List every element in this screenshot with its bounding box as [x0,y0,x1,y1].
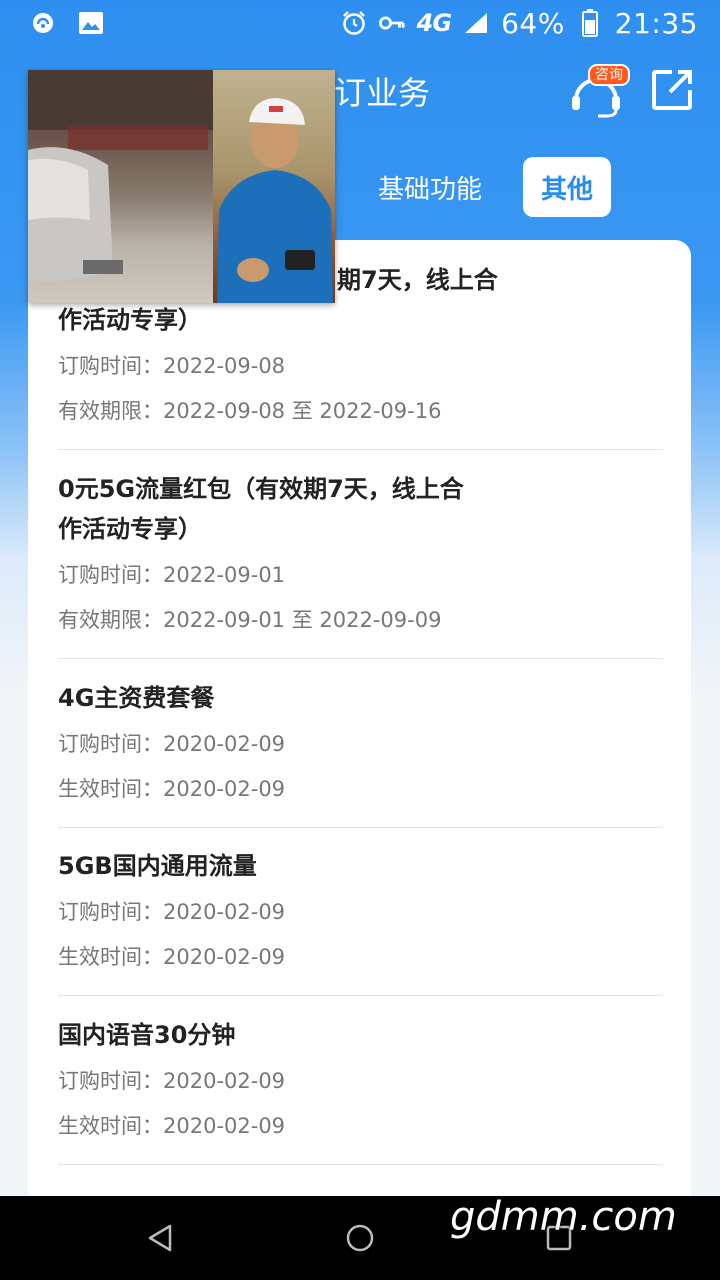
effective-time: 生效时间：2020-02-09 [58,945,286,969]
order-time: 订购时间：2020-02-09 [58,1069,286,1093]
list-item[interactable]: 4G主资费套餐 订购时间：2020-02-09 生效时间：2020-02-09 [58,678,663,812]
clock: 21:35 [614,6,698,40]
effective-time: 生效时间：2020-02-09 [58,1114,286,1138]
consult-button[interactable]: 咨询 [568,64,632,120]
watermark: gdmm.com [450,1194,677,1240]
effective-time: 生效时间：2020-02-09 [58,777,286,801]
video-call-overlay[interactable] [28,70,335,303]
share-icon [652,70,692,110]
divider [58,449,663,450]
local-video-feed [213,70,335,303]
order-time: 订购时间：2020-02-09 [58,900,286,924]
home-icon[interactable] [342,1220,378,1256]
validity-period: 有效期限：2022-09-08 至 2022-09-16 [58,399,442,423]
item-title: 5GB国内通用流量 [58,852,257,880]
status-bar: 4G 64% 21:35 [0,0,720,46]
item-title: 国内语音30分钟 [58,1021,236,1049]
list-item[interactable]: 国内语音30分钟 订购时间：2020-02-09 生效时间：2020-02-09 [58,1015,663,1149]
order-time: 订购时间：2022-09-08 [58,354,286,378]
divider [58,827,663,828]
remote-video-feed [28,70,213,303]
list-item[interactable]: 5GB国内通用流量 订购时间：2020-02-09 生效时间：2020-02-0… [58,846,663,980]
network-type: 4G [416,9,452,37]
battery-percent: 64% [501,6,565,40]
alarm-icon [341,10,367,36]
list-item[interactable]: 0元5G流量红包（有效期7天，线上合 作活动专享） 订购时间：2022-09-0… [58,469,663,643]
battery-icon [577,9,603,37]
tab-basic-functions[interactable]: 基础功能 [360,157,500,217]
item-title: 0元5G流量红包（有效期7天，线上合 作活动专享） [58,475,464,543]
tab-other[interactable]: 其他 [523,157,611,217]
page-title: 订业务 [334,74,431,112]
order-time: 订购时间：2022-09-01 [58,563,286,587]
order-time: 订购时间：2020-02-09 [58,732,286,756]
signal-icon [463,10,489,36]
divider [58,1164,663,1165]
divider [58,658,663,659]
consult-badge: 咨询 [588,64,630,86]
back-icon[interactable] [142,1220,178,1256]
subscription-list-card: 期7天，线上合 作活动专享） 订购时间：2022-09-08 有效期限：2022… [28,240,691,1200]
share-button[interactable] [650,68,696,114]
key-icon [378,10,405,36]
notification-icon [30,10,56,36]
item-title: 4G主资费套餐 [58,684,215,712]
divider [58,995,663,996]
image-icon [78,10,104,36]
validity-period: 有效期限：2022-09-01 至 2022-09-09 [58,608,442,632]
